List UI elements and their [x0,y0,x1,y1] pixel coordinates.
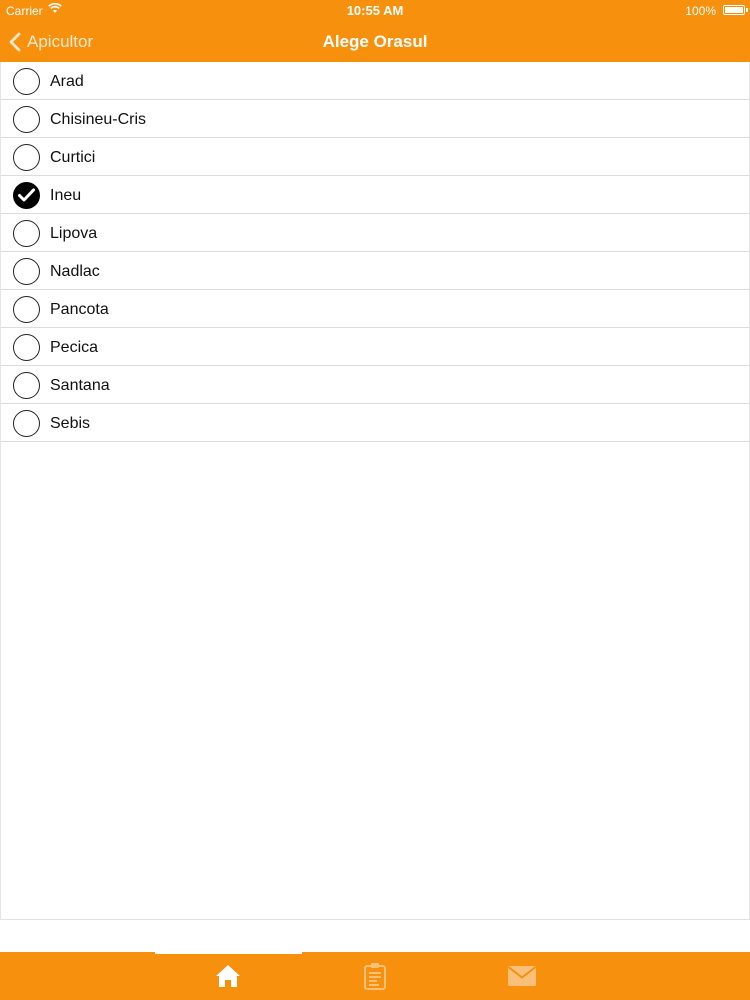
city-name: Sebis [50,415,91,432]
battery-percent: 100% [685,4,716,18]
radio-unchecked-icon[interactable] [13,258,40,285]
tab-bar [0,952,750,1000]
top-bar: Carrier 10:55 AM 100% Apicultor Alege Or… [0,0,750,62]
city-name: Arad [50,73,84,90]
city-name: Chisineu-Cris [50,111,147,128]
radio-unchecked-icon[interactable] [13,410,40,437]
city-list: Arad Chisineu-Cris Curtici Ineu Lipova Nadlac… [0,62,750,920]
city-row[interactable]: Chisineu-Cris [1,100,749,138]
battery-icon [723,5,748,15]
city-row[interactable]: Curtici [1,138,749,176]
city-row[interactable]: Sebis [1,404,749,442]
tab-home[interactable] [155,952,301,1000]
tab-clipboard[interactable] [302,952,448,1000]
radio-unchecked-icon[interactable] [13,220,40,247]
radio-unchecked-icon[interactable] [13,68,40,95]
radio-unchecked-icon[interactable] [13,296,40,323]
city-row[interactable]: Santana [1,366,749,404]
radio-checked-icon[interactable] [13,182,40,209]
active-tab-indicator [155,951,302,954]
radio-unchecked-icon[interactable] [13,106,40,133]
city-row[interactable]: Pancota [1,290,749,328]
page-title: Alege Orasul [322,32,428,51]
mail-icon [507,966,537,986]
city-row[interactable]: Nadlac [1,252,749,290]
home-icon [216,965,240,987]
city-name: Pecica [50,339,99,356]
navigation-bar: Apicultor Alege Orasul [0,20,750,62]
tab-mail[interactable] [449,952,595,1000]
city-name: Ineu [50,187,82,204]
city-row[interactable]: Ineu [1,176,749,214]
city-name: Santana [50,377,110,394]
city-row[interactable]: Lipova [1,214,749,252]
clipboard-icon [364,963,386,990]
status-bar: Carrier 10:55 AM 100% [0,0,750,20]
city-name: Pancota [50,301,109,318]
city-name: Curtici [50,149,96,166]
radio-unchecked-icon[interactable] [13,334,40,361]
city-row[interactable]: Arad [1,62,749,100]
city-row[interactable]: Pecica [1,328,749,366]
radio-unchecked-icon[interactable] [13,144,40,171]
radio-unchecked-icon[interactable] [13,372,40,399]
city-name: Nadlac [50,263,100,280]
clock: 10:55 AM [346,3,404,18]
city-name: Lipova [50,225,98,242]
